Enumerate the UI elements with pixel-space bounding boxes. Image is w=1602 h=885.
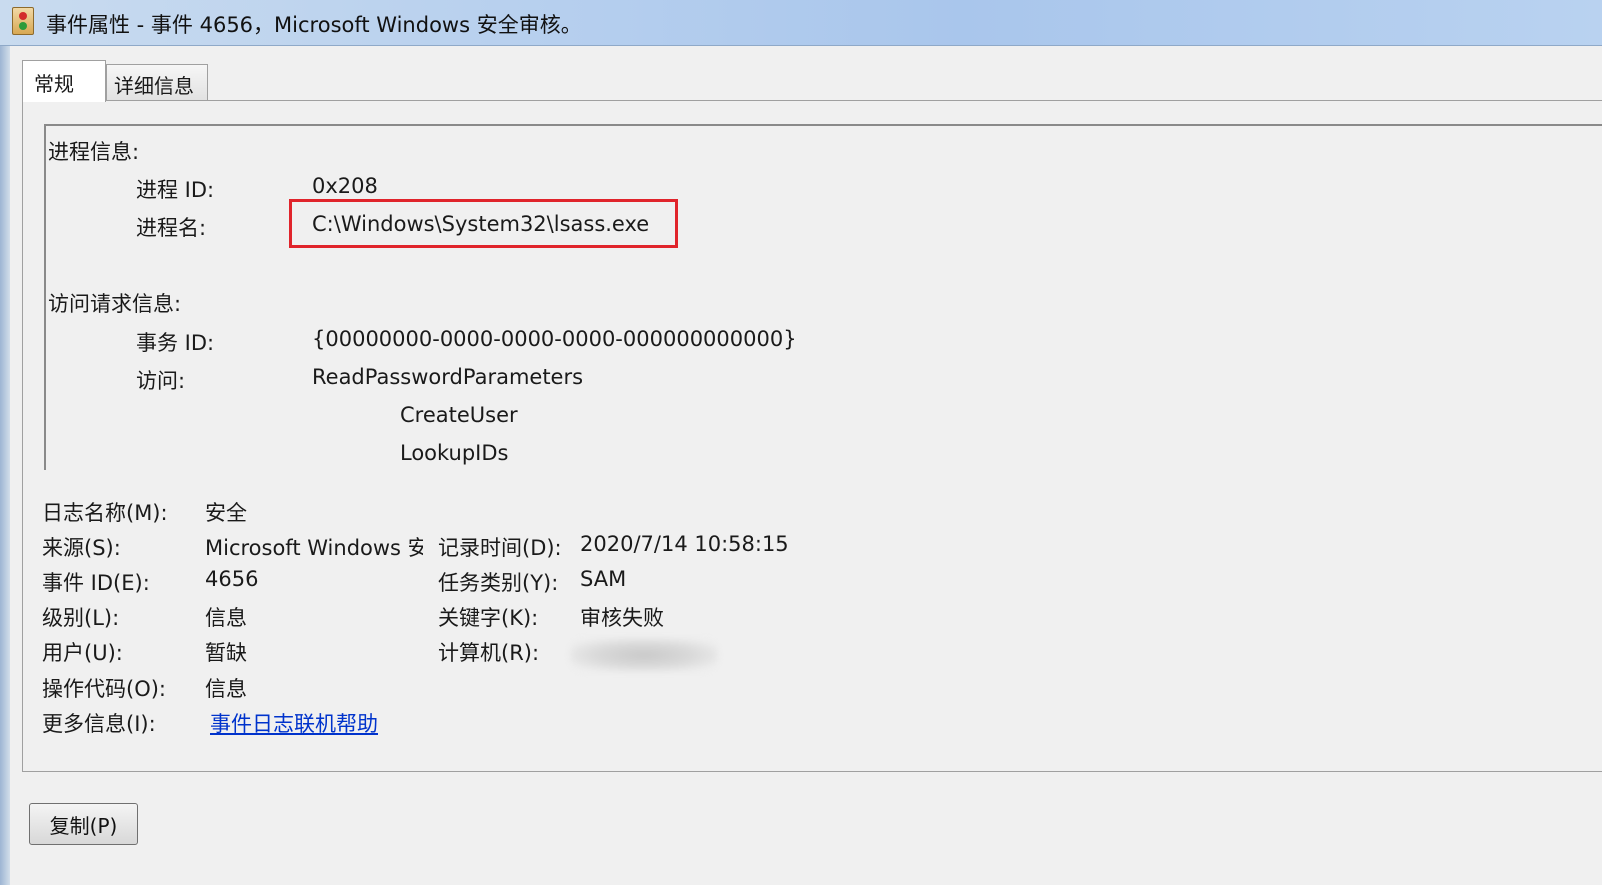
opcode-label: 操作代码(O):	[42, 677, 166, 701]
source-value[interactable]: Microsoft Windows 安全审核	[205, 532, 423, 562]
computer-value-redacted	[570, 638, 718, 672]
transaction-id-label: 事务 ID:	[136, 331, 215, 355]
transaction-id-value: {00000000-0000-0000-0000-000000000000}	[312, 327, 797, 351]
process-id-label: 进程 ID:	[136, 178, 215, 202]
tab-general[interactable]: 常规	[22, 60, 106, 102]
level-label: 级别(L):	[42, 606, 120, 630]
process-name-highlight	[289, 199, 678, 248]
event-id-value[interactable]: 4656	[205, 567, 258, 591]
more-info-label: 更多信息(I):	[42, 712, 156, 736]
opcode-value[interactable]: 信息	[205, 673, 247, 703]
log-name-label: 日志名称(M):	[42, 501, 168, 525]
window-frame-edge	[0, 46, 10, 885]
event-log-icon	[12, 7, 34, 35]
process-id-value: 0x208	[312, 174, 378, 198]
title-bar[interactable]: 事件属性 - 事件 4656，Microsoft Windows 安全审核。	[0, 0, 1602, 46]
user-value[interactable]: 暂缺	[205, 637, 247, 667]
event-log-online-help-link[interactable]: 事件日志联机帮助	[210, 708, 378, 738]
logged-label: 记录时间(D):	[438, 536, 562, 560]
source-label: 来源(S):	[42, 536, 121, 560]
process-section-heading: 进程信息:	[48, 140, 140, 164]
log-name-value[interactable]: 安全	[205, 497, 247, 527]
keywords-label: 关键字(K):	[438, 606, 539, 630]
logged-value[interactable]: 2020/7/14 10:58:15	[580, 532, 789, 556]
level-value[interactable]: 信息	[205, 602, 247, 632]
computer-label: 计算机(R):	[438, 641, 540, 665]
window-title: 事件属性 - 事件 4656，Microsoft Windows 安全审核。	[46, 13, 582, 37]
user-label: 用户(U):	[42, 641, 123, 665]
event-id-label: 事件 ID(E):	[42, 571, 150, 595]
access-value: ReadPasswordParameters	[312, 365, 584, 389]
access-value: LookupIDs	[400, 441, 509, 465]
process-name-label: 进程名:	[136, 216, 207, 240]
access-label: 访问:	[136, 369, 186, 393]
task-category-value[interactable]: SAM	[580, 567, 626, 591]
access-value: CreateUser	[400, 403, 518, 427]
copy-button[interactable]: 复制(P)	[29, 803, 138, 845]
tab-details[interactable]: 详细信息	[106, 64, 208, 100]
event-description[interactable]	[44, 124, 1602, 470]
access-section-heading: 访问请求信息:	[48, 292, 182, 316]
task-category-label: 任务类别(Y):	[438, 571, 559, 595]
keywords-value[interactable]: 审核失败	[580, 602, 664, 632]
